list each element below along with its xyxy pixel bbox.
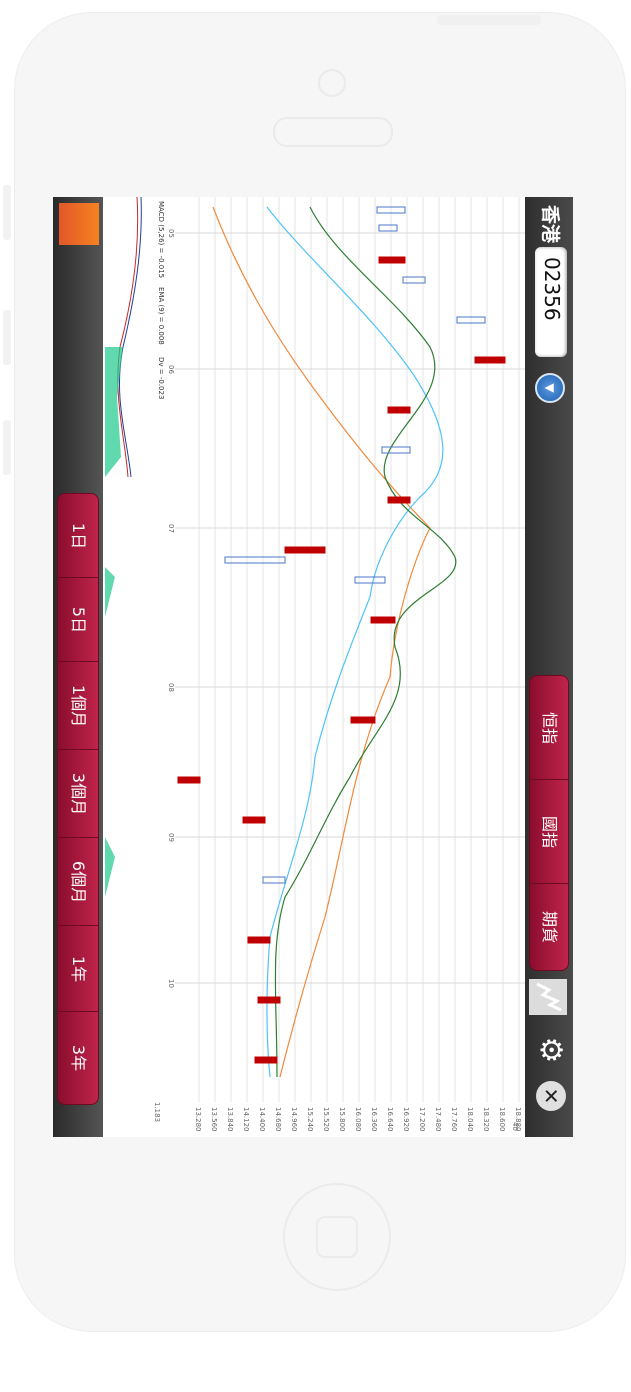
price-tick: 13.280 <box>194 1107 202 1132</box>
date-tick: 08 <box>167 683 175 692</box>
earpiece-speaker <box>273 117 393 147</box>
price-tick: 14.960 <box>290 1107 298 1132</box>
range-6m-button[interactable]: 6個月 <box>57 837 99 927</box>
gear-icon[interactable]: ⚙ <box>533 1033 568 1067</box>
date-tick: 06 <box>167 365 175 374</box>
price-tick: 13.840 <box>226 1107 234 1132</box>
range-1d-label: 1日 <box>69 522 88 550</box>
price-tick: 16.920 <box>402 1107 410 1132</box>
date-tick: 09 <box>167 833 175 842</box>
price-tick: 17.200 <box>418 1107 426 1132</box>
tab-hscei[interactable]: 國指 <box>529 779 569 885</box>
tab-hsi-label: 恒指 <box>540 711 559 744</box>
home-button-icon <box>316 1216 358 1258</box>
price-tick: 18.600 <box>498 1107 506 1132</box>
date-tick: 07 <box>167 524 175 533</box>
price-tick: 14.680 <box>274 1107 282 1132</box>
chevron-down-icon[interactable]: ▼ <box>535 373 565 403</box>
range-1y-button[interactable]: 1年 <box>57 925 99 1013</box>
power-button <box>437 15 541 25</box>
volume-up-button <box>3 310 11 365</box>
price-tick: 18.320 <box>482 1107 490 1132</box>
price-tick: 15.240 <box>306 1107 314 1132</box>
tab-hscei-label: 國指 <box>540 815 559 848</box>
price-tick: 17.760 <box>450 1107 458 1132</box>
home-button[interactable] <box>283 1183 391 1291</box>
range-1m-label: 1個月 <box>69 684 88 728</box>
ema-legend: EMA (9) = 0.008 <box>157 287 165 345</box>
price-tick: 15.800 <box>338 1107 346 1132</box>
app-screen: 香港 02356 ▼ 恒指 國指 期貨 ⚙ ✕ 18.880 18.600 18… <box>53 197 573 1137</box>
price-chart: 18.88018.60018.32018.04017.76017.48017.2… <box>105 197 525 1137</box>
landscape-view: 香港 02356 ▼ 恒指 國指 期貨 ⚙ ✕ 18.880 18.600 18… <box>53 197 573 1137</box>
price-tick: 15.520 <box>322 1107 330 1132</box>
range-3m-label: 3個月 <box>69 772 88 816</box>
tab-futures-label: 期貨 <box>540 910 559 943</box>
price-tick: 17.480 <box>434 1107 442 1132</box>
price-tick: 14.400 <box>258 1107 266 1132</box>
volume-tick: 40 <box>511 1122 519 1131</box>
volume-down-button <box>3 420 11 475</box>
dv-legend: Dv = -0.023 <box>157 357 165 399</box>
top-toolbar: 香港 02356 ▼ 恒指 國指 期貨 ⚙ ✕ <box>525 197 573 1137</box>
tab-hsi[interactable]: 恒指 <box>529 675 569 781</box>
macd-legend: MACD (5,26) = -0.015 <box>157 201 165 278</box>
price-tick: 16.360 <box>370 1107 378 1132</box>
price-tick: 18.040 <box>466 1107 474 1132</box>
date-tick: 05 <box>167 229 175 238</box>
market-label: 香港 <box>539 205 561 244</box>
range-3m-button[interactable]: 3個月 <box>57 749 99 839</box>
price-tick: 16.640 <box>386 1107 394 1132</box>
range-6m-label: 6個月 <box>69 860 88 904</box>
range-3y-button[interactable]: 3年 <box>57 1011 99 1105</box>
price-tick: 16.080 <box>354 1107 362 1132</box>
tab-futures[interactable]: 期貨 <box>529 883 569 971</box>
range-1d-button[interactable]: 1日 <box>57 493 99 579</box>
line-chart-icon[interactable] <box>529 979 567 1015</box>
stock-code-input[interactable]: 02356 <box>535 247 567 357</box>
range-1y-label: 1年 <box>69 955 88 983</box>
app-logo <box>59 203 99 245</box>
price-tick: 14.120 <box>242 1107 250 1132</box>
range-5d-label: 5日 <box>69 606 88 634</box>
date-tick: 10 <box>167 979 175 988</box>
range-1m-button[interactable]: 1個月 <box>57 661 99 751</box>
macd-tick: 1.183 <box>153 1102 161 1122</box>
front-camera <box>318 69 346 97</box>
stock-code-text: 02356 <box>540 257 564 321</box>
close-icon[interactable]: ✕ <box>536 1081 566 1111</box>
price-tick: 13.560 <box>210 1107 218 1132</box>
mute-switch <box>3 185 11 240</box>
range-5d-button[interactable]: 5日 <box>57 577 99 663</box>
range-3y-label: 3年 <box>69 1044 88 1072</box>
